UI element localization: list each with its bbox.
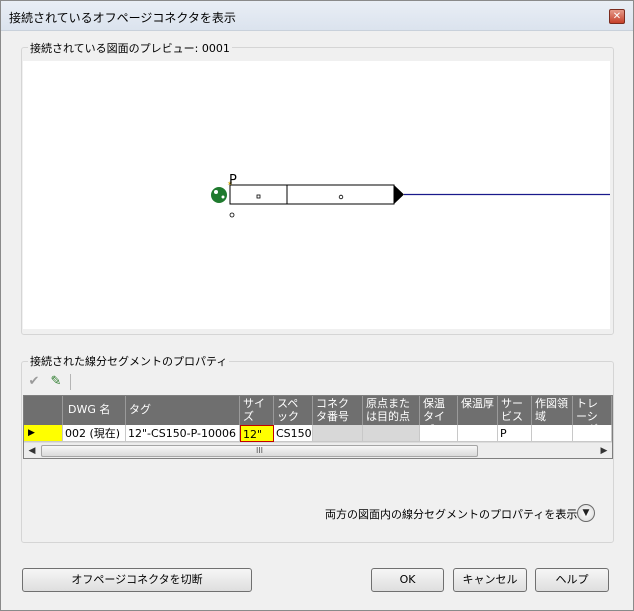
column-header-insulation-thickness[interactable]: 保温厚 — [458, 396, 498, 425]
properties-grid[interactable]: DWG 名 タグ サイズ スペック コネクタ番号 原点または目的点 保温タイプ … — [23, 395, 613, 459]
scroll-thumb[interactable]: III — [41, 445, 478, 457]
cell-drawing-area[interactable] — [532, 425, 573, 442]
horizontal-scrollbar[interactable]: ◀ III ▶ — [24, 442, 612, 458]
cell-service[interactable]: P — [498, 425, 532, 442]
cell-spec[interactable]: CS150 — [274, 425, 313, 442]
connector-dot-icon — [221, 195, 225, 199]
cell-dwg-name[interactable]: 002 (現在) — [63, 425, 126, 442]
connector-dot-icon — [214, 190, 218, 194]
help-button[interactable]: ヘルプ — [535, 568, 609, 592]
column-header-drawing-area[interactable]: 作図領域 — [532, 396, 573, 425]
cell-insulation-type[interactable] — [420, 425, 458, 442]
column-header-tracing[interactable]: トレーシング — [573, 396, 612, 425]
dialog-window: 接続されているオフページコネクタを表示 ✕ 接続されている図面のプレビュー: 0… — [0, 0, 634, 611]
accept-check-icon[interactable]: ✔ — [25, 373, 43, 391]
connector-arrow-icon — [394, 185, 404, 204]
column-header-spec[interactable]: スペック — [274, 396, 313, 425]
show-both-properties-label[interactable]: 両方の図面内の線分セグメントのプロパティを表示 — [325, 506, 577, 522]
column-header-connector-number[interactable]: コネクタ番号 — [313, 396, 363, 425]
close-button[interactable]: ✕ — [609, 9, 625, 24]
cell-connector-number[interactable] — [313, 425, 363, 442]
properties-toolbar: ✔ ✎ — [23, 371, 608, 393]
column-header-tag[interactable]: タグ — [126, 396, 240, 425]
cell-tag[interactable]: 12"-CS150-P-10006 — [126, 425, 240, 442]
column-header-dwg-name[interactable]: DWG 名 — [63, 396, 126, 425]
column-header-insulation-type[interactable]: 保温タイプ — [420, 396, 458, 425]
toolbar-separator — [70, 374, 71, 390]
cancel-button[interactable]: キャンセル — [453, 568, 527, 592]
connector-body — [229, 184, 395, 205]
preview-canvas: ✶ P — [211, 173, 610, 218]
disconnect-connector-button[interactable]: オフページコネクタを切断 — [22, 568, 252, 592]
drawing-preview: ✶ P — [23, 61, 610, 329]
off-page-connector-icon — [211, 187, 227, 203]
cell-size[interactable]: 12" — [240, 425, 274, 442]
scroll-left-icon[interactable]: ◀ — [24, 443, 40, 459]
column-header-size[interactable]: サイズ — [240, 396, 274, 425]
properties-group-label: 接続された線分セグメントのプロパティ — [28, 353, 230, 369]
cell-insulation-thickness[interactable] — [458, 425, 498, 442]
row-indicator: ▶ — [24, 425, 63, 442]
endpoint-marker-icon — [229, 212, 235, 218]
cell-origin[interactable] — [363, 425, 420, 442]
column-header-service[interactable]: サービス — [498, 396, 532, 425]
ok-button[interactable]: OK — [371, 568, 444, 592]
table-row[interactable]: ▶ 002 (現在) 12"-CS150-P-10006 12" CS150 P — [24, 425, 612, 442]
grid-header: DWG 名 タグ サイズ スペック コネクタ番号 原点または目的点 保温タイプ … — [24, 396, 612, 425]
preview-group-label: 接続されている図面のプレビュー: 0001 — [28, 40, 232, 56]
title-bar: 接続されているオフページコネクタを表示 ✕ — [1, 1, 633, 31]
scroll-right-icon[interactable]: ▶ — [596, 443, 612, 459]
expand-chevron-icon[interactable]: ▼ — [577, 504, 595, 522]
column-header-origin[interactable]: 原点または目的点 — [363, 396, 420, 425]
column-header-indicator — [24, 396, 63, 425]
edit-properties-icon[interactable]: ✎ — [47, 373, 65, 391]
dialog-title: 接続されているオフページコネクタを表示 — [9, 11, 236, 25]
cell-tracing[interactable] — [573, 425, 612, 442]
